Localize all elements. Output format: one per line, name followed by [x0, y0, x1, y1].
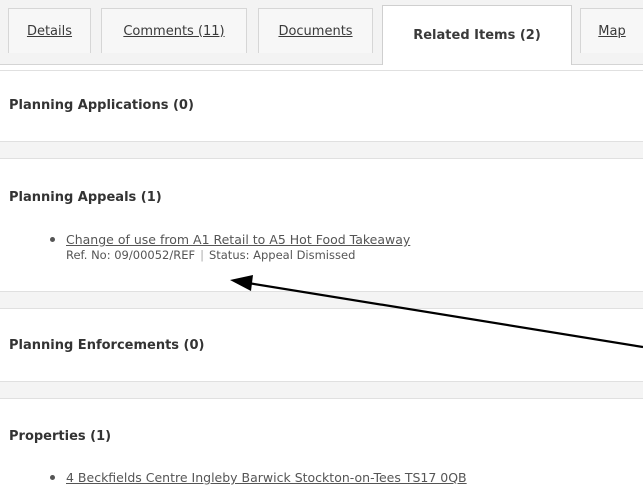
tab-details[interactable]: Details: [8, 8, 91, 53]
section-planning-appeals: Planning Appeals (1) Change of use from …: [0, 158, 643, 292]
bullet-icon: [50, 475, 55, 480]
section-divider: [0, 142, 643, 158]
appeal-meta: Ref. No: 09/00052/REF | Status: Appeal Dis…: [66, 248, 410, 262]
bullet-icon: [50, 237, 55, 242]
tab-comments[interactable]: Comments (11): [101, 8, 247, 53]
list-item: 4 Beckfields Centre Ingleby Barwick Stoc…: [50, 470, 467, 485]
section-title-planning-applications: Planning Applications (0): [9, 98, 194, 113]
tab-bar: Details Comments (11) Documents Related …: [0, 0, 643, 65]
section-divider: [0, 292, 643, 308]
appeal-link[interactable]: Change of use from A1 Retail to A5 Hot F…: [66, 232, 410, 247]
appeal-status: Status: Appeal Dismissed: [208, 248, 356, 262]
tab-related-items[interactable]: Related Items (2): [382, 5, 572, 65]
tab-documents[interactable]: Documents: [258, 8, 373, 53]
section-title-planning-enforcements: Planning Enforcements (0): [9, 338, 205, 353]
list-item: Change of use from A1 Retail to A5 Hot F…: [50, 232, 410, 262]
tab-map[interactable]: Map: [580, 8, 643, 53]
section-planning-enforcements: Planning Enforcements (0): [0, 308, 643, 382]
property-link[interactable]: 4 Beckfields Centre Ingleby Barwick Stoc…: [66, 470, 467, 485]
section-title-planning-appeals: Planning Appeals (1): [9, 190, 162, 205]
appeal-ref: Ref. No: 09/00052/REF: [66, 248, 196, 262]
section-title-properties: Properties (1): [9, 429, 112, 444]
section-planning-applications: Planning Applications (0): [0, 70, 643, 142]
section-properties: Properties (1) 4 Beckfields Centre Ingle…: [0, 398, 643, 487]
meta-separator: |: [200, 248, 204, 262]
section-divider: [0, 382, 643, 398]
